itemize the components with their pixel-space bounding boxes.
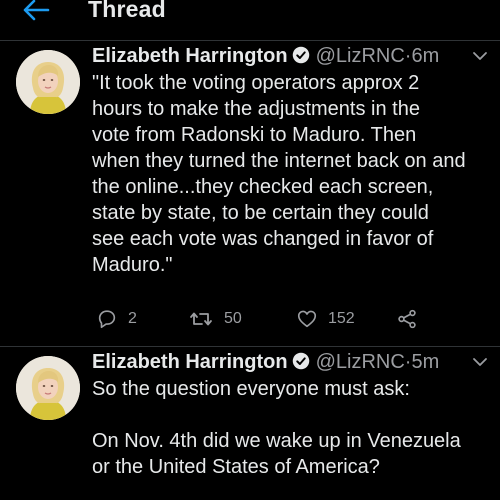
chevron-down-icon[interactable] bbox=[472, 50, 488, 62]
like-count: 152 bbox=[328, 310, 355, 327]
reply-count: 2 bbox=[128, 310, 137, 327]
tweet-header: Elizabeth Harrington @LizRNC·6m bbox=[92, 43, 439, 69]
share-icon bbox=[398, 309, 416, 329]
timestamp[interactable]: 5m bbox=[411, 351, 439, 373]
avatar[interactable] bbox=[16, 50, 80, 114]
timestamp[interactable]: 6m bbox=[411, 45, 439, 67]
avatar[interactable] bbox=[16, 356, 80, 420]
reply-icon bbox=[98, 310, 116, 329]
tweet-actions: 2 50 152 bbox=[96, 304, 456, 334]
share-button[interactable] bbox=[396, 304, 418, 334]
heart-icon bbox=[297, 310, 317, 328]
tweet-text: So the question everyone must ask: On No… bbox=[92, 378, 461, 478]
arrow-left-icon[interactable] bbox=[22, 0, 50, 22]
tweet[interactable]: Elizabeth Harrington @LizRNC·5m So the qu… bbox=[0, 346, 500, 500]
page-title: Thread bbox=[88, 0, 166, 22]
verified-badge-icon bbox=[292, 352, 309, 370]
chevron-down-icon[interactable] bbox=[472, 356, 488, 368]
like-button[interactable]: 152 bbox=[296, 304, 355, 334]
tweet-text: "It took the voting operators approx 2 h… bbox=[92, 72, 466, 276]
author-name[interactable]: Elizabeth Harrington bbox=[92, 351, 288, 373]
avatar-image bbox=[16, 356, 80, 420]
retweet-count: 50 bbox=[224, 310, 242, 327]
tweet-header: Elizabeth Harrington @LizRNC·5m bbox=[92, 349, 439, 375]
reply-button[interactable]: 2 bbox=[96, 304, 137, 334]
tweet[interactable]: Elizabeth Harrington @LizRNC·6m "It took … bbox=[0, 40, 500, 347]
retweet-button[interactable]: 50 bbox=[188, 304, 242, 334]
retweet-icon bbox=[190, 312, 212, 326]
author-handle[interactable]: @LizRNC bbox=[316, 351, 405, 373]
author-name[interactable]: Elizabeth Harrington bbox=[92, 45, 288, 67]
top-bar: Thread bbox=[0, 0, 500, 41]
verified-badge-icon bbox=[292, 46, 309, 64]
avatar-image bbox=[16, 50, 80, 114]
author-handle[interactable]: @LizRNC bbox=[316, 45, 405, 67]
